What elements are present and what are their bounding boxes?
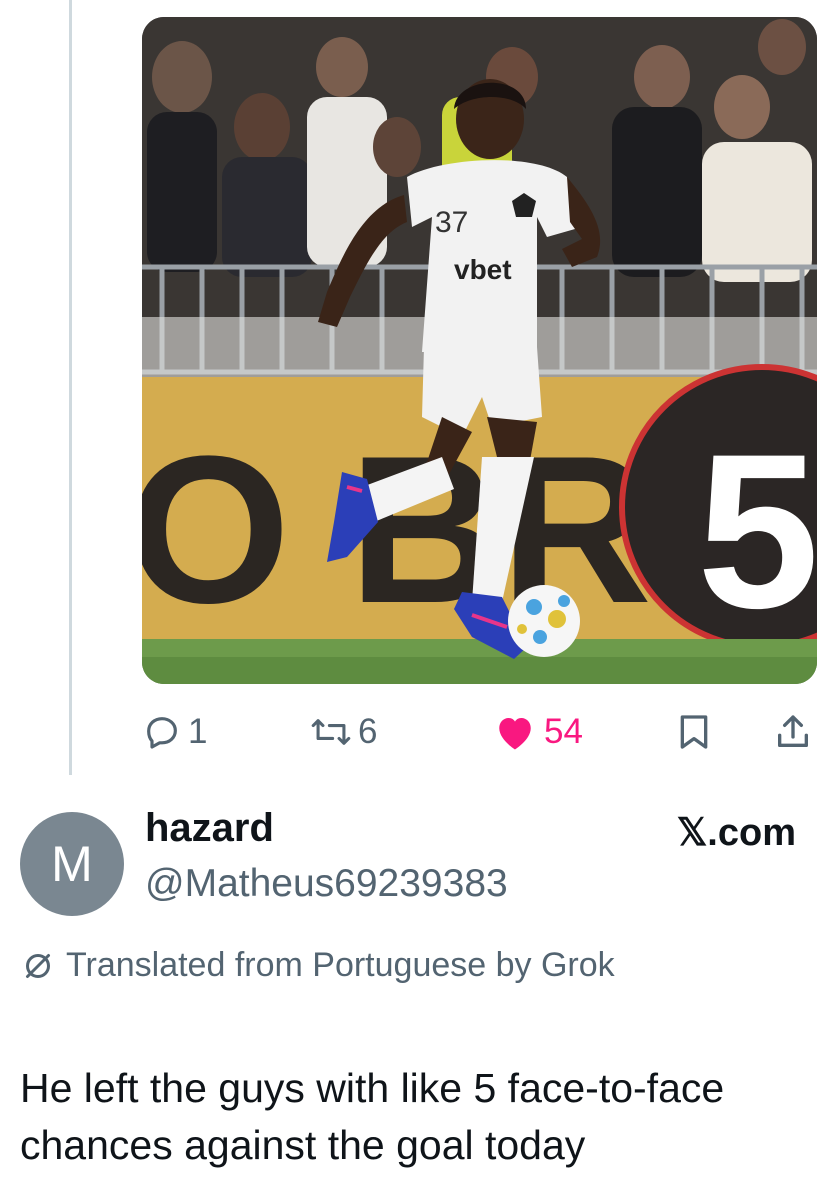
like-count: 54 bbox=[544, 712, 583, 751]
football bbox=[508, 585, 580, 657]
retweet-button[interactable]: 6 bbox=[310, 702, 377, 762]
jersey-sponsor: vbet bbox=[454, 254, 512, 285]
x-com-label: 𝕏.com bbox=[676, 812, 796, 854]
share-icon bbox=[774, 712, 812, 752]
avatar-initial: M bbox=[51, 836, 93, 892]
like-button[interactable]: 54 bbox=[494, 702, 583, 762]
bookmark-icon bbox=[676, 712, 712, 752]
bookmark-button[interactable] bbox=[676, 702, 712, 762]
author-handle[interactable]: @Matheus69239383 bbox=[145, 862, 508, 906]
heart-icon bbox=[494, 712, 536, 752]
tweet-photo[interactable]: O BRA 51 37 vbet bbox=[142, 17, 817, 684]
reply-count: 1 bbox=[188, 712, 208, 751]
jersey-number: 37 bbox=[435, 206, 468, 239]
translation-notice[interactable]: Translated from Portuguese by Grok bbox=[20, 946, 615, 985]
translation-label: Translated from Portuguese by Grok bbox=[66, 946, 615, 984]
avatar[interactable]: M bbox=[20, 812, 124, 916]
retweet-icon bbox=[310, 712, 352, 752]
author-name[interactable]: hazard bbox=[145, 806, 274, 851]
board-number: 51 bbox=[697, 408, 817, 654]
tweet-action-bar: 1 6 54 bbox=[142, 702, 822, 762]
reply-button[interactable]: 1 bbox=[142, 702, 207, 762]
retweet-count: 6 bbox=[358, 712, 378, 751]
reply-icon bbox=[142, 712, 182, 752]
translate-icon bbox=[20, 948, 56, 984]
tweet-text: He left the guys with like 5 face-to-fac… bbox=[20, 1065, 725, 1168]
share-button[interactable] bbox=[774, 702, 812, 762]
thread-connector-line bbox=[69, 0, 72, 775]
